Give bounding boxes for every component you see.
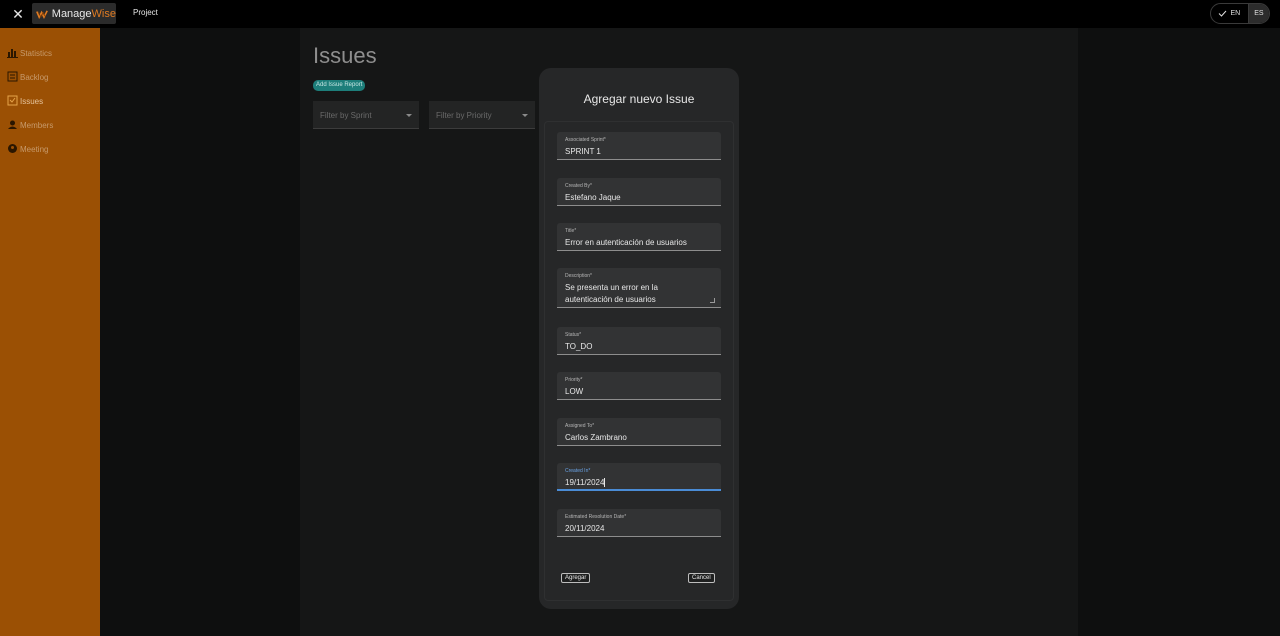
field-value: Estefano Jaque — [565, 193, 621, 202]
field-label: Estimated Resolution Date* — [565, 514, 627, 520]
field-value: 19/11/2024 — [565, 478, 606, 488]
associated-sprint-field[interactable]: Associated Sprint* SPRINT 1 — [557, 132, 721, 160]
filter-by-priority-label: Filter by Priority — [436, 111, 492, 120]
text-cursor — [604, 478, 606, 488]
created-by-field[interactable]: Created By* Estefano Jaque — [557, 178, 721, 206]
field-label: Created In* — [565, 468, 591, 474]
filter-by-sprint-label: Filter by Sprint — [320, 111, 372, 120]
check-icon — [1219, 10, 1227, 17]
sidebar-item-label: Issues — [20, 97, 44, 106]
lang-en-label: EN — [1230, 10, 1241, 17]
sidebar-item-label: Backlog — [20, 73, 49, 82]
sidebar-item-statistics[interactable]: Statistics — [7, 49, 52, 59]
page-title: Issues — [313, 43, 377, 68]
sidebar-item-meeting[interactable]: Meeting — [7, 144, 49, 155]
field-label: Created By* — [565, 183, 592, 189]
logo-wave-icon — [36, 9, 48, 19]
field-label: Assigned To* — [565, 423, 595, 429]
app-logo[interactable]: ManageWise — [32, 3, 116, 24]
backlog-icon — [7, 71, 18, 82]
sidebar-item-issues[interactable]: Issues — [7, 95, 44, 107]
lang-es-label: ES — [1254, 10, 1264, 17]
issues-icon — [7, 95, 18, 106]
logo-text: ManageWise — [51, 7, 116, 20]
lang-en-button[interactable]: EN — [1211, 4, 1248, 23]
add-issue-dialog: Agregar nuevo Issue Associated Sprint* S… — [539, 68, 739, 609]
status-field[interactable]: Status* TO_DO — [557, 327, 721, 355]
sidebar-item-backlog[interactable]: Backlog — [7, 71, 49, 83]
created-in-date-field[interactable]: Created In* 19/11/2024 — [557, 463, 721, 491]
field-label: Status* — [565, 332, 582, 338]
description-textarea[interactable]: Description* Se presenta un error en la … — [557, 268, 721, 308]
filter-by-sprint-select[interactable]: Filter by Sprint — [313, 101, 419, 129]
field-value: LOW — [565, 387, 584, 396]
bar-chart-icon — [7, 49, 18, 58]
members-icon — [8, 120, 17, 129]
field-label: Title* — [565, 228, 577, 234]
sidebar-item-label: Statistics — [20, 49, 53, 58]
caret-down-icon — [522, 114, 528, 117]
field-label: Associated Sprint* — [565, 137, 606, 143]
top-bar: ✕ ManageWise Project EN ES — [0, 0, 1280, 28]
agregar-button[interactable]: Agregar — [561, 573, 591, 583]
add-issue-report-button[interactable]: Add Issue Report — [313, 80, 366, 91]
field-value: Carlos Zambrano — [565, 433, 627, 442]
field-value: 20/11/2024 — [565, 524, 605, 533]
field-value: Error en autenticación de usuarios — [565, 238, 687, 247]
dialog-title: Agregar nuevo Issue — [583, 92, 695, 106]
cancel-button[interactable]: Cancel — [688, 573, 715, 583]
caret-down-icon — [406, 114, 412, 117]
field-label: Description* — [565, 273, 592, 279]
field-value: SPRINT 1 — [565, 147, 601, 156]
sidebar-item-label: Members — [20, 121, 54, 130]
estimated-resolution-date-field[interactable]: Estimated Resolution Date* 20/11/2024 — [557, 509, 721, 537]
resize-handle-icon[interactable] — [710, 298, 715, 303]
filter-by-priority-select[interactable]: Filter by Priority — [429, 101, 535, 129]
assigned-to-field[interactable]: Assigned To* Carlos Zambrano — [557, 418, 721, 446]
sidebar-item-label: Meeting — [20, 145, 49, 154]
sidebar: Statistics Backlog Issues Members Meetin… — [0, 28, 100, 636]
title-field[interactable]: Title* Error en autenticación de usuario… — [557, 223, 721, 251]
close-icon[interactable]: ✕ — [10, 6, 26, 22]
meeting-icon — [8, 144, 17, 153]
field-value: Se presenta un error en la autenticación… — [565, 283, 658, 304]
language-toggle: EN ES — [1210, 3, 1270, 24]
nav-project-link[interactable]: Project — [133, 8, 158, 17]
priority-field[interactable]: Priority* LOW — [557, 372, 721, 400]
sidebar-item-members[interactable]: Members — [7, 120, 54, 131]
field-value: TO_DO — [565, 342, 593, 351]
lang-es-button[interactable]: ES — [1247, 4, 1269, 23]
field-label: Priority* — [565, 377, 583, 383]
